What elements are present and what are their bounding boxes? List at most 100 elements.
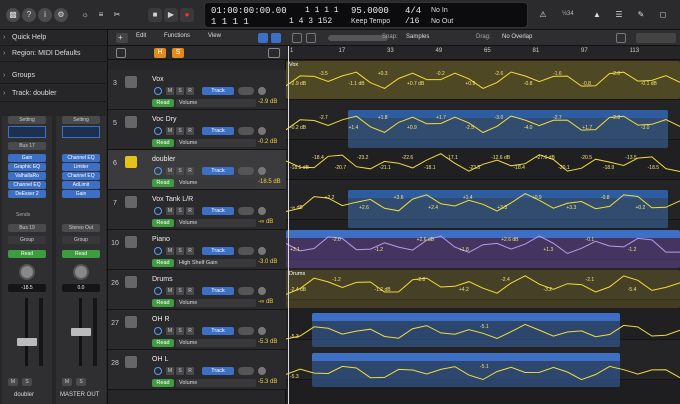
- volume-readout[interactable]: 0.0: [62, 284, 100, 292]
- record-arm-button[interactable]: R: [186, 207, 194, 215]
- track-toggle[interactable]: [238, 127, 254, 135]
- track-automation-button[interactable]: Track: [202, 327, 234, 335]
- waveform-zoom-icon[interactable]: [616, 33, 626, 43]
- track-header[interactable]: 3 Vox M S R Track Read Volume -2.9 dB: [108, 70, 286, 110]
- eq-thumbnail[interactable]: [62, 126, 100, 138]
- automation-line[interactable]: [286, 193, 680, 212]
- track-name[interactable]: Vox Tank L/R: [152, 196, 193, 203]
- plugin-slot[interactable]: Channel EQ: [62, 172, 100, 180]
- volume-knob[interactable]: [258, 207, 266, 215]
- track-toggle[interactable]: [238, 367, 254, 375]
- mute-button[interactable]: M: [166, 367, 174, 375]
- count-in-label[interactable]: ½34: [562, 11, 574, 17]
- track-automation-button[interactable]: Track: [202, 207, 234, 215]
- inspector-track[interactable]: › Track: doubler: [0, 86, 108, 102]
- automation-mode-button[interactable]: Read: [152, 339, 174, 347]
- bar-ruler[interactable]: 1 17 33 49 65 81 97 113: [286, 46, 680, 60]
- track-name[interactable]: OH R: [152, 316, 170, 323]
- volume-knob[interactable]: [258, 167, 266, 175]
- automation-read-button[interactable]: Read: [8, 250, 46, 258]
- solo-button[interactable]: S: [22, 378, 32, 386]
- play-button[interactable]: ▶: [164, 8, 178, 22]
- track-toggle[interactable]: [238, 87, 254, 95]
- track-automation-button[interactable]: Track: [202, 367, 234, 375]
- track-name[interactable]: Voc Dry: [152, 116, 177, 123]
- track-automation-button[interactable]: Track: [202, 247, 234, 255]
- plugin-slot[interactable]: ValhallaRo: [8, 172, 46, 180]
- power-icon[interactable]: [154, 367, 162, 375]
- plugin-slot[interactable]: DeEsser 2: [8, 190, 46, 198]
- volume-fader-handle[interactable]: [17, 338, 37, 346]
- setting-button[interactable]: Setting: [62, 116, 100, 124]
- record-arm-button[interactable]: R: [186, 167, 194, 175]
- volume-readout[interactable]: -18.5: [8, 284, 46, 292]
- automation-curve[interactable]: [286, 148, 680, 178]
- playhead[interactable]: [288, 46, 289, 404]
- editors-icon[interactable]: ☼: [78, 8, 92, 22]
- plugin-slot[interactable]: Gain: [8, 154, 46, 162]
- automation-mode-button[interactable]: Read: [152, 179, 174, 187]
- output-button[interactable]: Stereo Out: [62, 224, 100, 232]
- automation-parameter[interactable]: Volume: [176, 219, 256, 227]
- track-automation-button[interactable]: Track: [202, 287, 234, 295]
- notes-icon[interactable]: ✎: [634, 8, 648, 22]
- record-arm-button[interactable]: R: [186, 367, 194, 375]
- track-automation-button[interactable]: Track: [202, 87, 234, 95]
- automation-mode-button[interactable]: Read: [152, 139, 174, 147]
- mute-button[interactable]: M: [166, 207, 174, 215]
- smart-controls-icon[interactable]: ⚙: [54, 8, 68, 22]
- track-header[interactable]: 7 Vox Tank L/R M S R Track Read Volume -…: [108, 190, 286, 230]
- track-name[interactable]: Piano: [152, 236, 170, 243]
- tuner-icon[interactable]: ⚠: [536, 8, 550, 22]
- mute-button[interactable]: M: [166, 327, 174, 335]
- track-header[interactable]: 26 Drums M S R Track Read Volume -∞ dB: [108, 270, 286, 310]
- volume-knob[interactable]: [258, 287, 266, 295]
- automation-line[interactable]: [286, 275, 680, 295]
- track-toggle[interactable]: [238, 167, 254, 175]
- setting-button[interactable]: Setting: [8, 116, 46, 124]
- group-button[interactable]: Group: [62, 236, 100, 244]
- browser-icon[interactable]: ◻: [656, 8, 670, 22]
- record-button[interactable]: ●: [180, 8, 194, 22]
- automation-line[interactable]: [286, 71, 680, 89]
- record-arm-button[interactable]: R: [186, 87, 194, 95]
- lcd-display[interactable]: 01:00:00:00.00 1 1 1 1 1 1 1 1 1 4 3 152…: [204, 2, 528, 28]
- track-toggle[interactable]: [238, 247, 254, 255]
- plugin-slot[interactable]: AdLimit: [62, 181, 100, 189]
- edit-menu[interactable]: Edit: [136, 33, 146, 39]
- mute-button[interactable]: M: [166, 287, 174, 295]
- track-header[interactable]: 27 OH R M S R Track Read Volume -5.3 dB: [108, 310, 286, 350]
- automation-line[interactable]: [286, 115, 680, 134]
- track-toggle[interactable]: [238, 287, 254, 295]
- track-automation-button[interactable]: Track: [202, 167, 234, 175]
- plugin-slot[interactable]: Channel EQ: [8, 181, 46, 189]
- automation-curve[interactable]: [286, 270, 680, 300]
- flex-toggle-icon[interactable]: [271, 33, 281, 43]
- mute-button[interactable]: M: [166, 167, 174, 175]
- functions-menu[interactable]: Functions: [164, 33, 190, 39]
- inspector-region[interactable]: › Region: MIDI Defaults: [0, 46, 108, 62]
- automation-parameter[interactable]: Volume: [176, 139, 256, 147]
- library-icon[interactable]: ▩: [6, 8, 20, 22]
- group-button[interactable]: Group: [8, 236, 46, 244]
- power-icon[interactable]: [154, 207, 162, 215]
- track-toggle[interactable]: [238, 327, 254, 335]
- track-name[interactable]: OH L: [152, 356, 168, 363]
- mute-button[interactable]: M: [166, 87, 174, 95]
- automation-mode-button[interactable]: Read: [152, 299, 174, 307]
- solo-button[interactable]: S: [176, 207, 184, 215]
- snap-select[interactable]: Samples: [406, 34, 429, 40]
- mute-button[interactable]: M: [166, 247, 174, 255]
- power-icon[interactable]: [154, 127, 162, 135]
- secondary-tool-icon[interactable]: [306, 33, 316, 43]
- mute-button[interactable]: M: [8, 378, 18, 386]
- automation-parameter[interactable]: Volume: [176, 179, 256, 187]
- record-arm-button[interactable]: R: [186, 287, 194, 295]
- list-editors-icon[interactable]: ☰: [612, 8, 626, 22]
- automation-parameter[interactable]: Volume: [176, 299, 256, 307]
- scissors-icon[interactable]: ✂: [110, 8, 124, 22]
- solo-button[interactable]: S: [176, 87, 184, 95]
- mixer-icon[interactable]: ≡: [94, 8, 108, 22]
- track-name[interactable]: doubler: [152, 156, 175, 163]
- hide-button[interactable]: H: [154, 48, 166, 58]
